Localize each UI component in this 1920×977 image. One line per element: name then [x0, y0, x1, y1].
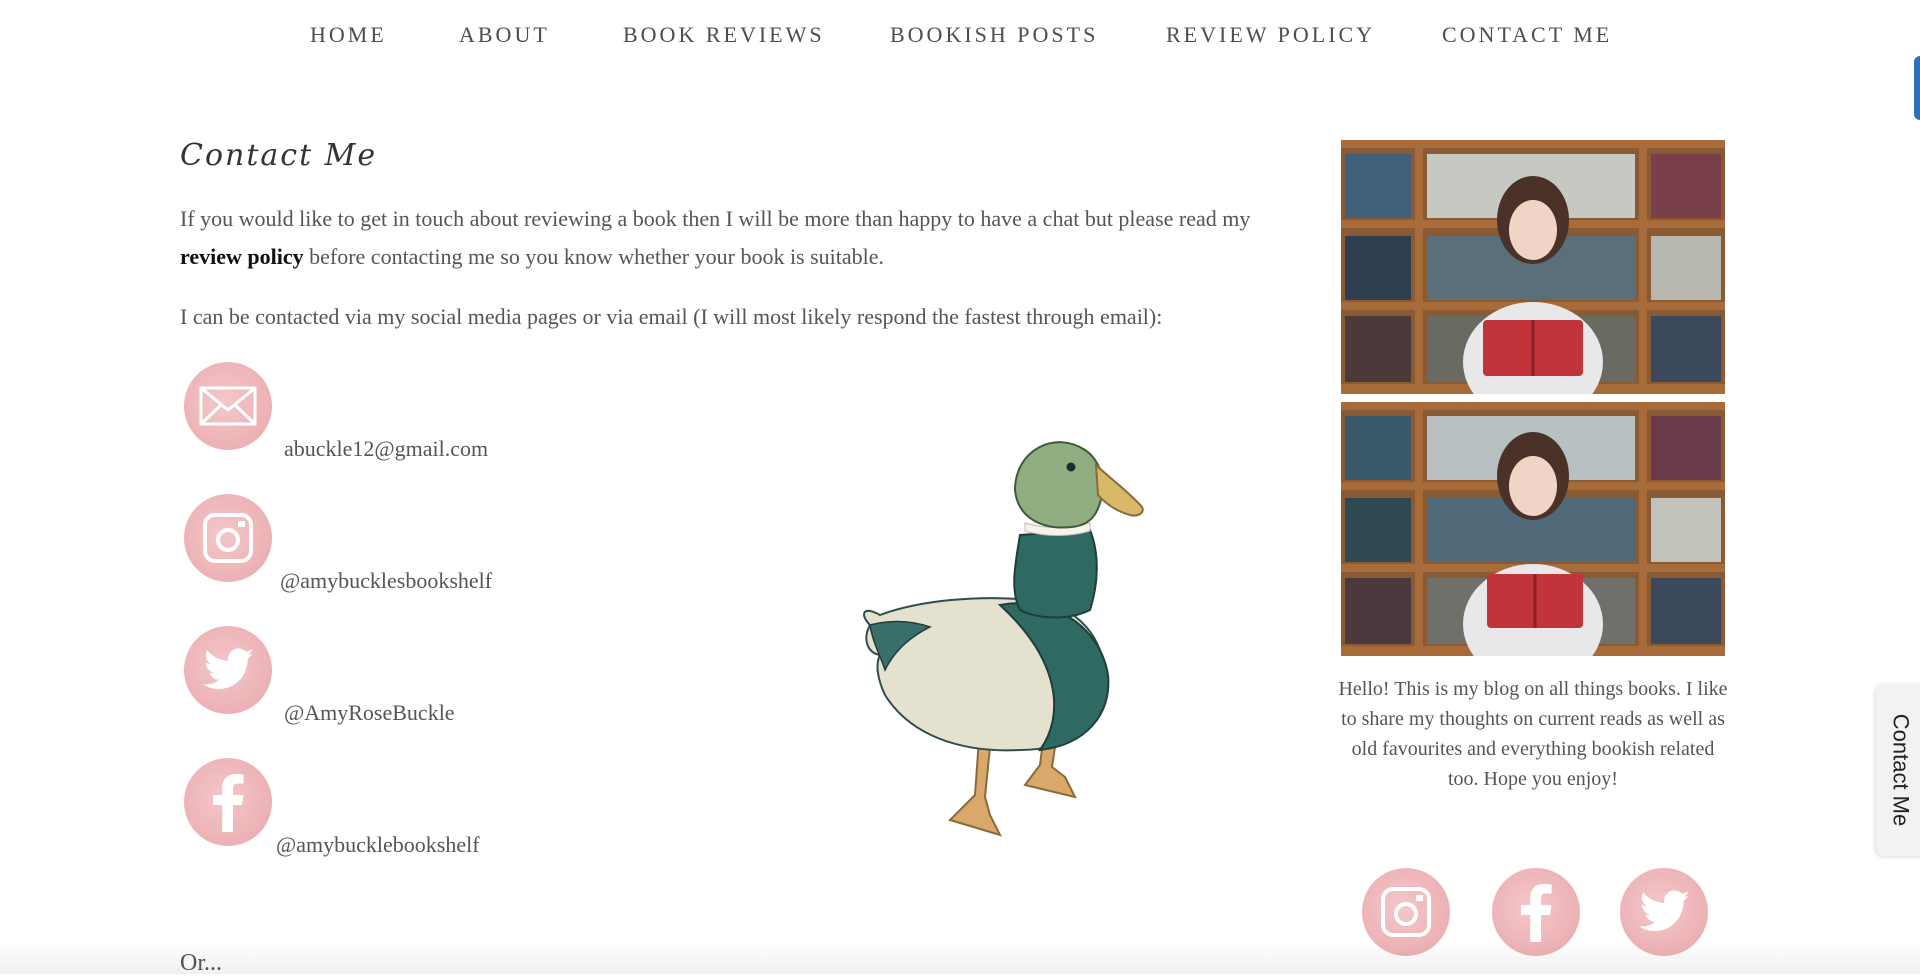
nav-bookish-posts[interactable]: BOOKISH POSTS: [890, 22, 1098, 48]
facebook-icon[interactable]: [1492, 868, 1580, 956]
contact-twitter-text[interactable]: @AmyRoseBuckle: [284, 700, 455, 726]
envelope-icon[interactable]: [184, 362, 272, 450]
contact-facebook-text[interactable]: @amybucklebookshelf: [276, 832, 480, 858]
instagram-icon[interactable]: [1362, 868, 1450, 956]
nav-about[interactable]: ABOUT: [459, 22, 550, 48]
or-text: Or...: [180, 950, 222, 976]
floating-contact-label: Contact Me: [1888, 713, 1913, 827]
contact-email-text[interactable]: abuckle12@gmail.com: [284, 436, 488, 462]
author-photo-bottom: [1341, 402, 1725, 656]
author-photo-top: [1341, 140, 1725, 394]
floating-contact-tab[interactable]: Contact Me: [1876, 684, 1920, 856]
main-navigation: HOME ABOUT BOOK REVIEWS BOOKISH POSTS RE…: [0, 0, 1920, 74]
contact-instagram-row: @amybucklesbookshelf: [180, 494, 700, 593]
twitter-icon[interactable]: [1620, 868, 1708, 956]
nav-book-reviews[interactable]: BOOK REVIEWS: [623, 22, 825, 48]
duck-illustration: [863, 441, 1144, 837]
edge-tab[interactable]: [1914, 56, 1920, 120]
nav-home[interactable]: HOME: [310, 22, 387, 48]
bottom-fade: [0, 940, 1920, 974]
review-policy-link[interactable]: review policy: [180, 244, 304, 269]
twitter-icon[interactable]: [184, 626, 272, 714]
intro-text: If you would like to get in touch about …: [180, 206, 1251, 231]
contact-paragraph: I can be contacted via my social media p…: [180, 304, 1163, 329]
contact-facebook-row: @amybucklebookshelf: [180, 758, 700, 857]
instagram-icon[interactable]: [184, 494, 272, 582]
nav-contact-me[interactable]: CONTACT ME: [1442, 22, 1612, 48]
sidebar-bio: Hello! This is my blog on all things boo…: [1338, 678, 1728, 790]
intro-text-end: before contacting me so you know whether…: [303, 244, 885, 269]
contact-twitter-row: @AmyRoseBuckle: [180, 626, 700, 725]
page-title: Contact Me: [180, 138, 378, 173]
contact-email-row: abuckle12@gmail.com: [180, 362, 700, 461]
contact-instagram-text[interactable]: @amybucklesbookshelf: [280, 568, 492, 594]
facebook-icon[interactable]: [184, 758, 272, 846]
nav-review-policy[interactable]: REVIEW POLICY: [1166, 22, 1375, 48]
intro-paragraph: If you would like to get in touch about …: [180, 200, 1280, 276]
